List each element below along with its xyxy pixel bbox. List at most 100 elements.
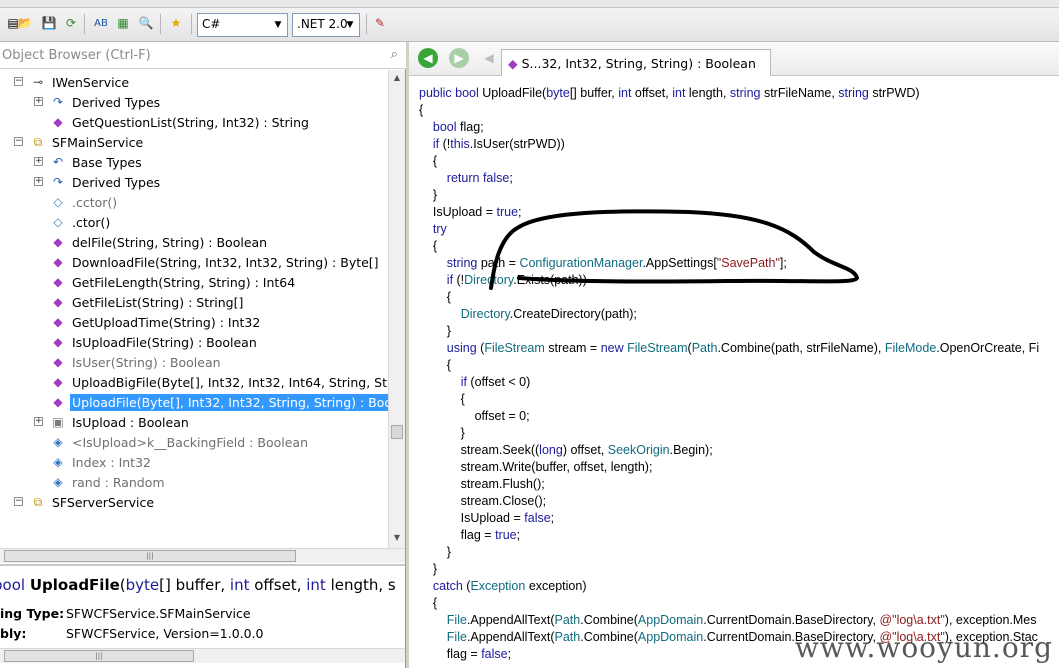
method-icon: ◆ [53, 375, 63, 389]
base-types-icon: ↶ [52, 155, 64, 169]
toolbar-separator [160, 14, 161, 34]
chevron-down-icon: ▼ [274, 20, 282, 30]
member-signature: c bool UploadFile(byte[] buffer, int off… [0, 576, 396, 594]
search-icon[interactable]: 🔍 [137, 14, 155, 32]
object-browser-panel: Object Browser (Ctrl-F) ⌕ − ⊸ IWenService +… [0, 42, 406, 668]
sig-name: UploadFile [29, 576, 120, 594]
code-line: if (!Directory.Exists(path)) [446, 273, 587, 287]
history-dropdown-icon[interactable]: ◀ [479, 48, 499, 68]
scroll-down-icon[interactable]: ▼ [389, 530, 405, 546]
tree-node-label: DownloadFile(String, Int32, Int32, Strin… [72, 254, 379, 270]
code-line: } [419, 426, 465, 440]
search-icon[interactable]: ⌕ [391, 47, 398, 62]
tree-node-label: delFile(String, String) : Boolean [72, 234, 268, 250]
property-icon: ▣ [52, 415, 64, 429]
tree-node-label: UploadFile(Byte[], Int32, Int32, String,… [70, 393, 388, 411]
sig-type: int [229, 576, 250, 594]
tree-node[interactable]: ◆ UploadFile(Byte[], Int32, Int32, String… [50, 392, 388, 412]
derived-types-icon: ↷ [52, 175, 64, 189]
tree-node[interactable]: ▣ IsUpload : Boolean [50, 412, 191, 432]
tree-node[interactable]: ◆ IsUser(String) : Boolean [50, 352, 223, 372]
code-line: catch (Exception exception) [432, 579, 587, 593]
tree-node-label: .cctor() [72, 194, 118, 210]
tree-node[interactable]: ↶ Base Types [50, 152, 144, 172]
details-horizontal-scrollbar[interactable]: ||| [0, 648, 405, 663]
tree-node[interactable]: ◆ GetQuestionList(String, Int32) : String [50, 112, 311, 132]
refresh-icon[interactable]: ⟳ [62, 14, 80, 32]
tree-node[interactable]: ◆ UploadBigFile(Byte[], Int32, Int32, Int… [50, 372, 388, 392]
tree-node[interactable]: ⧉ SFServerService [30, 492, 156, 512]
method-icon: ◆ [53, 235, 63, 249]
options-icon[interactable]: ✎ [371, 14, 389, 32]
tree-expander[interactable]: − [14, 497, 23, 506]
toolbar-separator [366, 14, 367, 34]
method-icon: ◆ [53, 295, 63, 309]
code-line: public bool UploadFile(byte[] buffer, in… [419, 86, 920, 100]
class-icon: ⧉ [33, 135, 43, 149]
framework-select[interactable]: .NET 2.0 ▼ [292, 13, 360, 37]
tree-expander[interactable]: − [14, 137, 23, 146]
tree-expander[interactable]: − [14, 77, 23, 86]
interface-icon: ⊸ [32, 75, 44, 89]
tree-node[interactable]: ⧉ SFMainService [30, 132, 145, 152]
scrollbar-thumb[interactable]: ||| [4, 550, 296, 562]
vertical-scrollbar[interactable]: ▲ ▼ [388, 70, 405, 548]
tree-node[interactable]: ◆ GetFileLength(String, String) : Int64 [50, 272, 297, 292]
open-folder-icon[interactable]: 📂 [16, 14, 34, 32]
code-line: flag = true; [419, 528, 521, 542]
code-line: } [419, 545, 451, 559]
star-icon[interactable]: ★ [167, 14, 185, 32]
tree-node[interactable]: ◆ GetUploadTime(String) : Int32 [50, 312, 262, 332]
tree-node[interactable]: ⊸ IWenService [30, 72, 131, 92]
code-viewer-panel: ◀ ▶ ◀ ◆ S...32, Int32, String, String) :… [409, 42, 1059, 668]
sig-text: [] buffer, [159, 576, 230, 594]
tree-node[interactable]: ◈ <IsUpload>k__BackingField : Boolean [50, 432, 310, 452]
detail-value: SFWCFService.SFMainService [66, 606, 251, 621]
sig-type: byte [125, 576, 160, 594]
tab-title: S...32, Int32, String, String) : Boolean [521, 56, 756, 71]
tree-node[interactable]: ◇ .ctor() [50, 212, 112, 232]
scroll-up-icon[interactable]: ▲ [389, 70, 405, 86]
object-tree: − ⊸ IWenService + ↷ Derived Types ◆ GetQuestion… [0, 70, 388, 548]
code-line: { [419, 392, 465, 406]
horizontal-scrollbar[interactable]: ||| [0, 548, 405, 563]
method-icon: ◆ [53, 255, 63, 269]
title-strip [0, 0, 1059, 8]
tree-node-label: GetFileLength(String, String) : Int64 [72, 274, 296, 290]
tree-node[interactable]: ◆ GetFileList(String) : String[] [50, 292, 245, 312]
analyzer-icon[interactable]: ▦ [114, 14, 132, 32]
tree-node[interactable]: ◈ Index : Int32 [50, 452, 153, 472]
tree-node[interactable]: ◆ DownloadFile(String, Int32, Int32, Stri… [50, 252, 381, 272]
code-line: { [419, 239, 438, 253]
tree-expander[interactable]: + [34, 157, 43, 166]
tree-expander[interactable]: + [34, 177, 43, 186]
method-icon: ◆ [53, 335, 63, 349]
save-icon[interactable]: 💾 [40, 14, 58, 32]
language-select[interactable]: C# ▼ [197, 13, 288, 37]
method-icon: ◆ [53, 355, 63, 369]
tree-node[interactable]: ↷ Derived Types [50, 172, 162, 192]
sig-text: length, s [325, 576, 396, 594]
tree-expander[interactable]: + [34, 97, 43, 106]
tree-node[interactable]: ◆ IsUploadFile(String) : Boolean [50, 332, 259, 352]
tree-node-label: <IsUpload>k__BackingField : Boolean [72, 434, 308, 450]
scrollbar-thumb[interactable] [391, 425, 403, 439]
tree-node[interactable]: ◆ delFile(String, String) : Boolean [50, 232, 269, 252]
scrollbar-thumb[interactable]: ||| [4, 650, 194, 662]
tab-uploadfile[interactable]: ◆ S...32, Int32, String, String) : Boole… [501, 49, 771, 76]
toolbar: ▤ 📂 💾 ⟳ AB ▦ 🔍 ★ C# ▼ .NET 2.0 ▼ ✎ [0, 0, 1059, 42]
tree-node[interactable]: ↷ Derived Types [50, 92, 162, 112]
forward-arrow-icon[interactable]: ▶ [449, 48, 469, 68]
toolbar-separator [191, 14, 192, 34]
back-arrow-icon[interactable]: ◀ [418, 48, 438, 68]
sig-text: offset, [249, 576, 307, 594]
code-line: } [419, 324, 451, 338]
derived-types-icon: ↷ [52, 95, 64, 109]
object-browser-search[interactable]: Object Browser (Ctrl-F) ⌕ [0, 42, 406, 69]
text-view-icon[interactable]: AB [92, 14, 110, 32]
tree-node[interactable]: ◈ rand : Random [50, 472, 167, 492]
tree-node-label: IWenService [52, 74, 130, 90]
assembly-row: bly: SFWCFService, Version=1.0.0.0 [0, 626, 264, 641]
tree-expander[interactable]: + [34, 417, 43, 426]
tree-node[interactable]: ◇ .cctor() [50, 192, 119, 212]
